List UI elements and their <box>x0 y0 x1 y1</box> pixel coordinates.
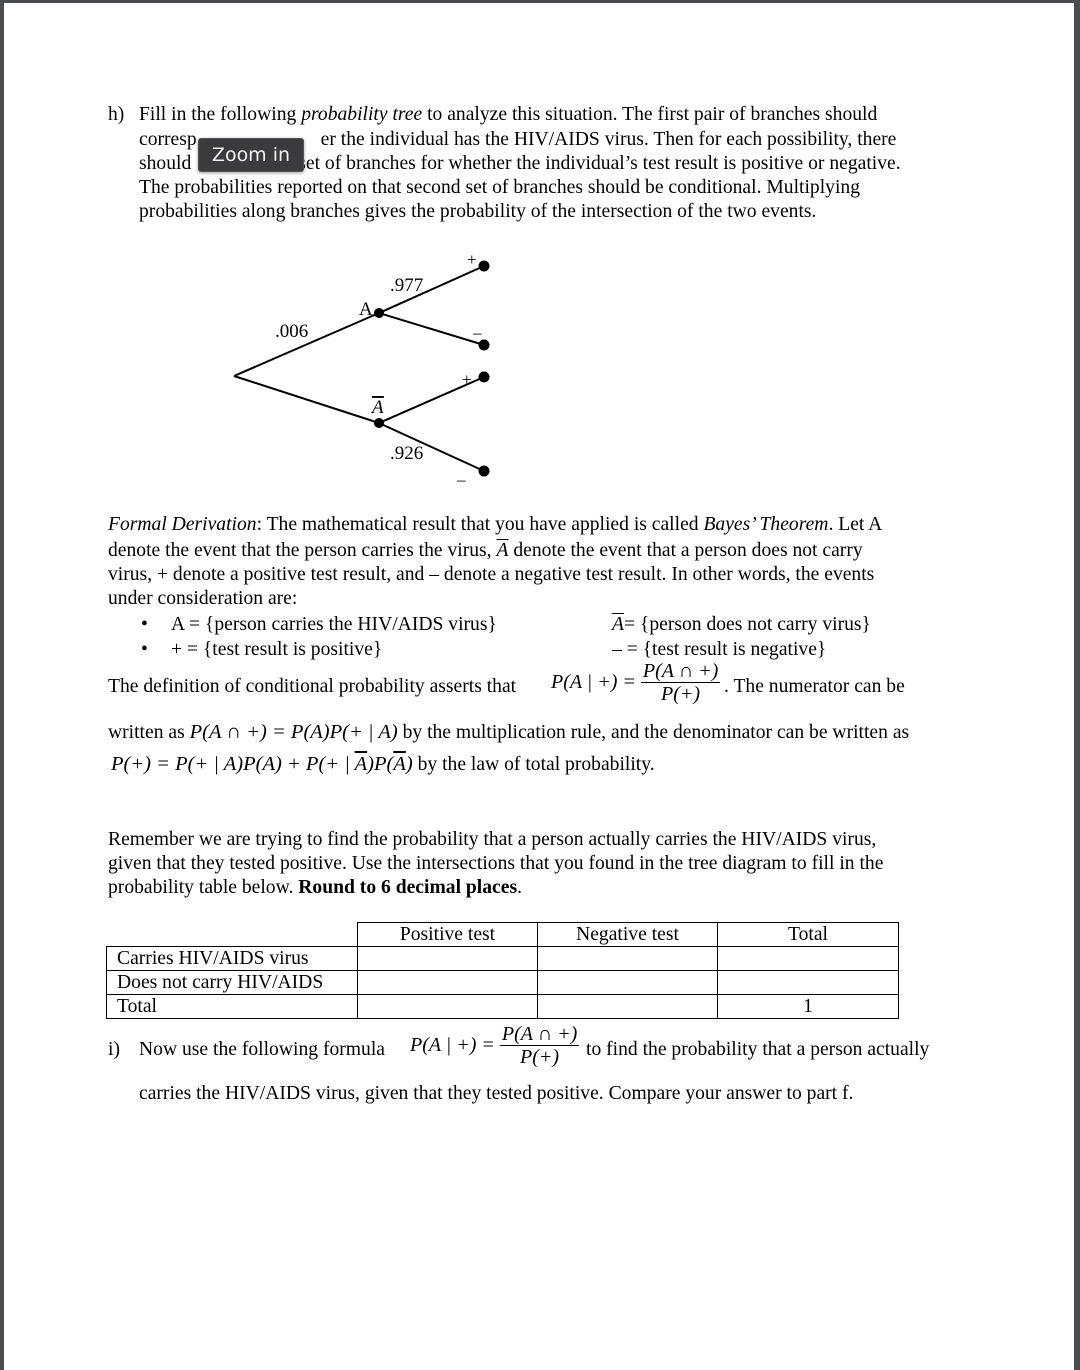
table-cell <box>357 994 538 1019</box>
node-Abar-label: A <box>370 397 384 418</box>
part-i-post: to find the probability that a person ac… <box>586 1039 930 1060</box>
derivation-line-2: denote the event that the person carries… <box>108 539 863 563</box>
probability-table: Positive test Negative test Total Carrie… <box>106 922 899 1019</box>
multiplication-formula: P(A ∩ +) = P(A)P(+ | A) <box>189 721 398 743</box>
bayes-formula-2: P(A | +) = P(A ∩ +) P(+) <box>410 1023 580 1068</box>
branch-root-to-Abar <box>233 375 380 424</box>
part-i-pre: Now use the following formula <box>139 1039 385 1060</box>
total-probability-line: P(+) = P(+ | A)P(A) + P(+ | A)P(A) by th… <box>111 752 655 777</box>
bullet-icon: • <box>141 639 148 660</box>
probability-tree: .006 A A .977 .926 + – + – <box>233 250 490 489</box>
text-span: : The mathematical result that you have … <box>256 514 704 535</box>
fraction: P(A ∩ +) P(+) <box>499 1023 580 1068</box>
conditional-definition-post: . The numerator can be <box>724 676 905 697</box>
leaf-label-pos-2: + <box>462 370 472 389</box>
event-A-definition: A = {person carries the HIV/AIDS virus} <box>171 614 497 635</box>
remember-line-2: given that they tested positive. Use the… <box>108 853 884 874</box>
multiplication-rule-line: written as P(A ∩ +) = P(A)P(+ | A) by th… <box>108 720 909 745</box>
node-A-label: A <box>359 299 373 320</box>
table-cell <box>537 970 718 995</box>
total-probability-formula: P(+) = P(+ | A)P(A) + P(+ | A)P(A) <box>111 753 413 775</box>
a-bar-symbol: A <box>612 614 624 635</box>
table-row: Carries HIV/AIDS virus <box>106 946 899 971</box>
leaf-label-neg-2: – <box>456 470 466 489</box>
header-positive-test: Positive test <box>357 922 538 947</box>
text-span: written as <box>108 722 190 743</box>
table-cell <box>357 946 538 971</box>
leaf-label-pos-1: + <box>467 250 477 269</box>
leaf-Abar-pos <box>478 371 490 383</box>
header-total: Total <box>717 922 899 947</box>
table-cell: 1 <box>717 994 899 1019</box>
row-label: Total <box>106 994 358 1019</box>
text-span: denote the event that a person does not … <box>508 540 863 561</box>
event-Abar-definition: A= {person does not carry virus} <box>612 613 871 637</box>
text-span: probability table below. <box>108 877 299 898</box>
a-bar-symbol: A <box>496 540 509 561</box>
row-label: Does not carry HIV/AIDS <box>106 970 358 995</box>
text-span: = {person does not carry virus} <box>623 614 871 635</box>
event-pos-definition: + = {test result is positive} <box>171 639 383 660</box>
remember-line-3: probability table below. Round to 6 deci… <box>108 876 522 900</box>
minus-symbol: – <box>612 639 622 660</box>
row-label: Carries HIV/AIDS virus <box>106 946 358 971</box>
leaf-A-pos <box>478 260 490 272</box>
fraction: P(A ∩ +) P(+) <box>640 660 721 705</box>
prob-A-pos: .977 <box>390 275 423 296</box>
derivation-line-4: under consideration are: <box>108 588 298 609</box>
text-span: denote the event that the person carries… <box>108 540 497 561</box>
text-span: by the multiplication rule, and the deno… <box>397 722 910 743</box>
leaf-Abar-neg <box>478 465 490 477</box>
table-header-row: Positive test Negative test Total <box>106 922 899 947</box>
event-neg-definition: – = {test result is negative} <box>612 638 826 662</box>
rounding-instruction: Round to 6 decimal places <box>298 877 518 898</box>
derivation-line-3: virus, + denote a positive test result, … <box>108 564 875 585</box>
node-Abar <box>374 418 384 428</box>
bayes-theorem-term: Bayes’ Theorem <box>703 514 829 535</box>
node-A <box>374 308 384 318</box>
bullet-icon: • <box>141 614 148 635</box>
part-i-marker: i) <box>108 1039 120 1060</box>
text-span: . Let A <box>828 514 883 535</box>
table-row: Total 1 <box>106 994 899 1019</box>
table-corner-cell <box>106 922 358 947</box>
table-cell <box>717 946 899 971</box>
table-cell <box>537 946 718 971</box>
table-row: Does not carry HIV/AIDS <box>106 970 899 995</box>
text-span: = {test result is negative} <box>621 639 827 660</box>
bayes-formula-1: P(A | +) = P(A ∩ +) P(+) <box>551 660 721 705</box>
header-negative-test: Negative test <box>537 922 718 947</box>
leaf-label-neg-1: – <box>472 323 482 342</box>
table-cell <box>537 994 718 1019</box>
derivation-line-1: Formal Derivation: The mathematical resu… <box>108 513 882 537</box>
text-span: . <box>517 877 522 898</box>
prob-Abar-neg: .926 <box>390 443 423 464</box>
text-span: by the law of total probability. <box>412 754 655 775</box>
prob-root-A: .006 <box>275 321 308 342</box>
remember-line-1: Remember we are trying to find the proba… <box>108 829 877 850</box>
part-i-line-2: carries the HIV/AIDS virus, given that t… <box>139 1083 854 1104</box>
table-cell <box>717 970 899 995</box>
formal-derivation-heading: Formal Derivation <box>108 514 257 535</box>
table-cell <box>357 970 538 995</box>
conditional-definition-text: The definition of conditional probabilit… <box>108 676 517 697</box>
branch-A-to-neg <box>378 312 485 346</box>
